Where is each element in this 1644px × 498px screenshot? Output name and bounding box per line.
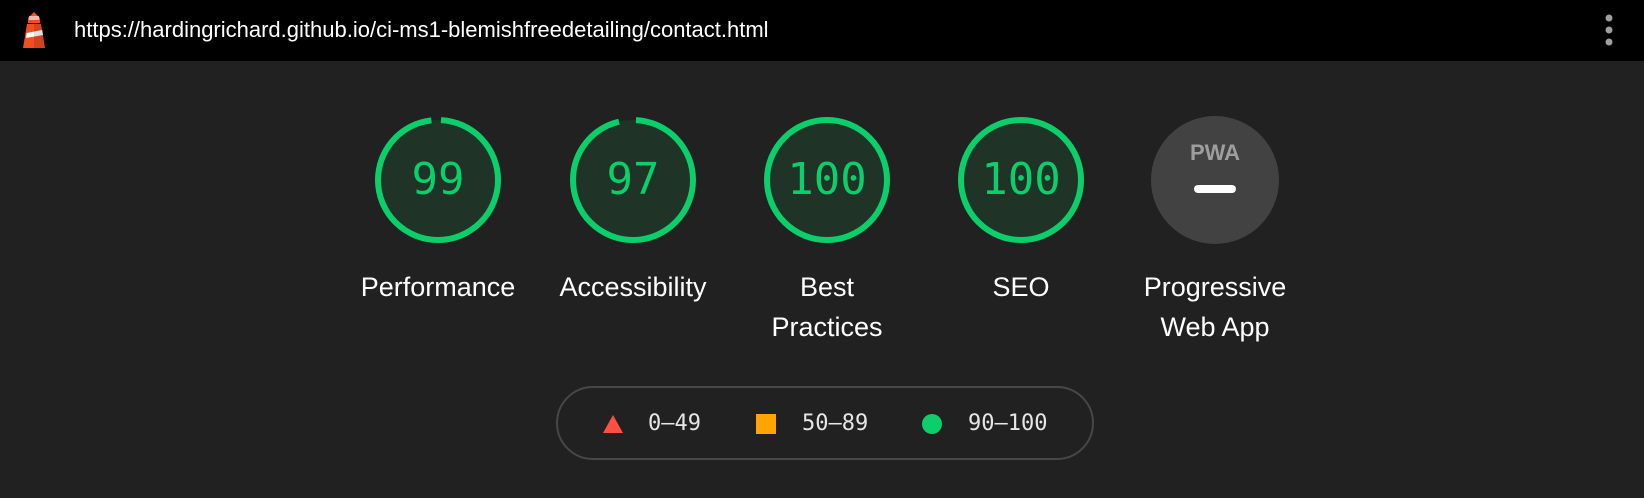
- page-url: https://hardingrichard.github.io/ci-ms1-…: [74, 17, 769, 42]
- gauge-performance[interactable]: 99 Performance: [338, 115, 538, 307]
- performance-score: 99: [412, 154, 465, 205]
- lighthouse-icon: [23, 12, 45, 48]
- performance-score-gauge: 99: [375, 117, 501, 243]
- seo-score: 100: [981, 154, 1060, 205]
- circle-icon: [922, 414, 942, 434]
- best-practices-score: 100: [787, 154, 866, 205]
- legend-range-pass: 90–100: [968, 411, 1048, 436]
- pwa-badge-icon: PWA: [1151, 116, 1279, 244]
- square-icon: [756, 414, 776, 434]
- pwa-dash: [1194, 185, 1236, 193]
- top-bar: https://hardingrichard.github.io/ci-ms1-…: [0, 0, 1644, 61]
- gauge-seo[interactable]: 100 SEO: [921, 115, 1121, 307]
- pwa-badge-text: PWA: [1190, 140, 1240, 165]
- accessibility-score: 97: [607, 154, 660, 205]
- score-legend: 0–49 50–89 90–100: [556, 386, 1094, 460]
- accessibility-score-gauge: 97: [570, 117, 696, 243]
- best-practices-score-gauge: 100: [764, 117, 890, 243]
- gauge-label-seo: SEO: [992, 272, 1050, 302]
- gauge-best-practices[interactable]: 100 Best Practices: [727, 115, 927, 347]
- kebab-menu-icon[interactable]: [1594, 10, 1624, 50]
- seo-score-gauge: 100: [958, 117, 1084, 243]
- triangle-icon: [603, 415, 623, 433]
- gauge-pwa[interactable]: PWA Progressive Web App: [1115, 115, 1315, 347]
- gauge-label-best-practices: Best Practices: [771, 272, 883, 342]
- gauge-label-performance: Performance: [360, 272, 516, 302]
- gauge-label-accessibility: Accessibility: [559, 272, 707, 302]
- legend-range-fail: 0–49: [648, 411, 701, 436]
- legend-range-average: 50–89: [802, 411, 869, 436]
- gauge-accessibility[interactable]: 97 Accessibility: [533, 115, 733, 307]
- gauge-label-pwa: Progressive Web App: [1143, 272, 1287, 342]
